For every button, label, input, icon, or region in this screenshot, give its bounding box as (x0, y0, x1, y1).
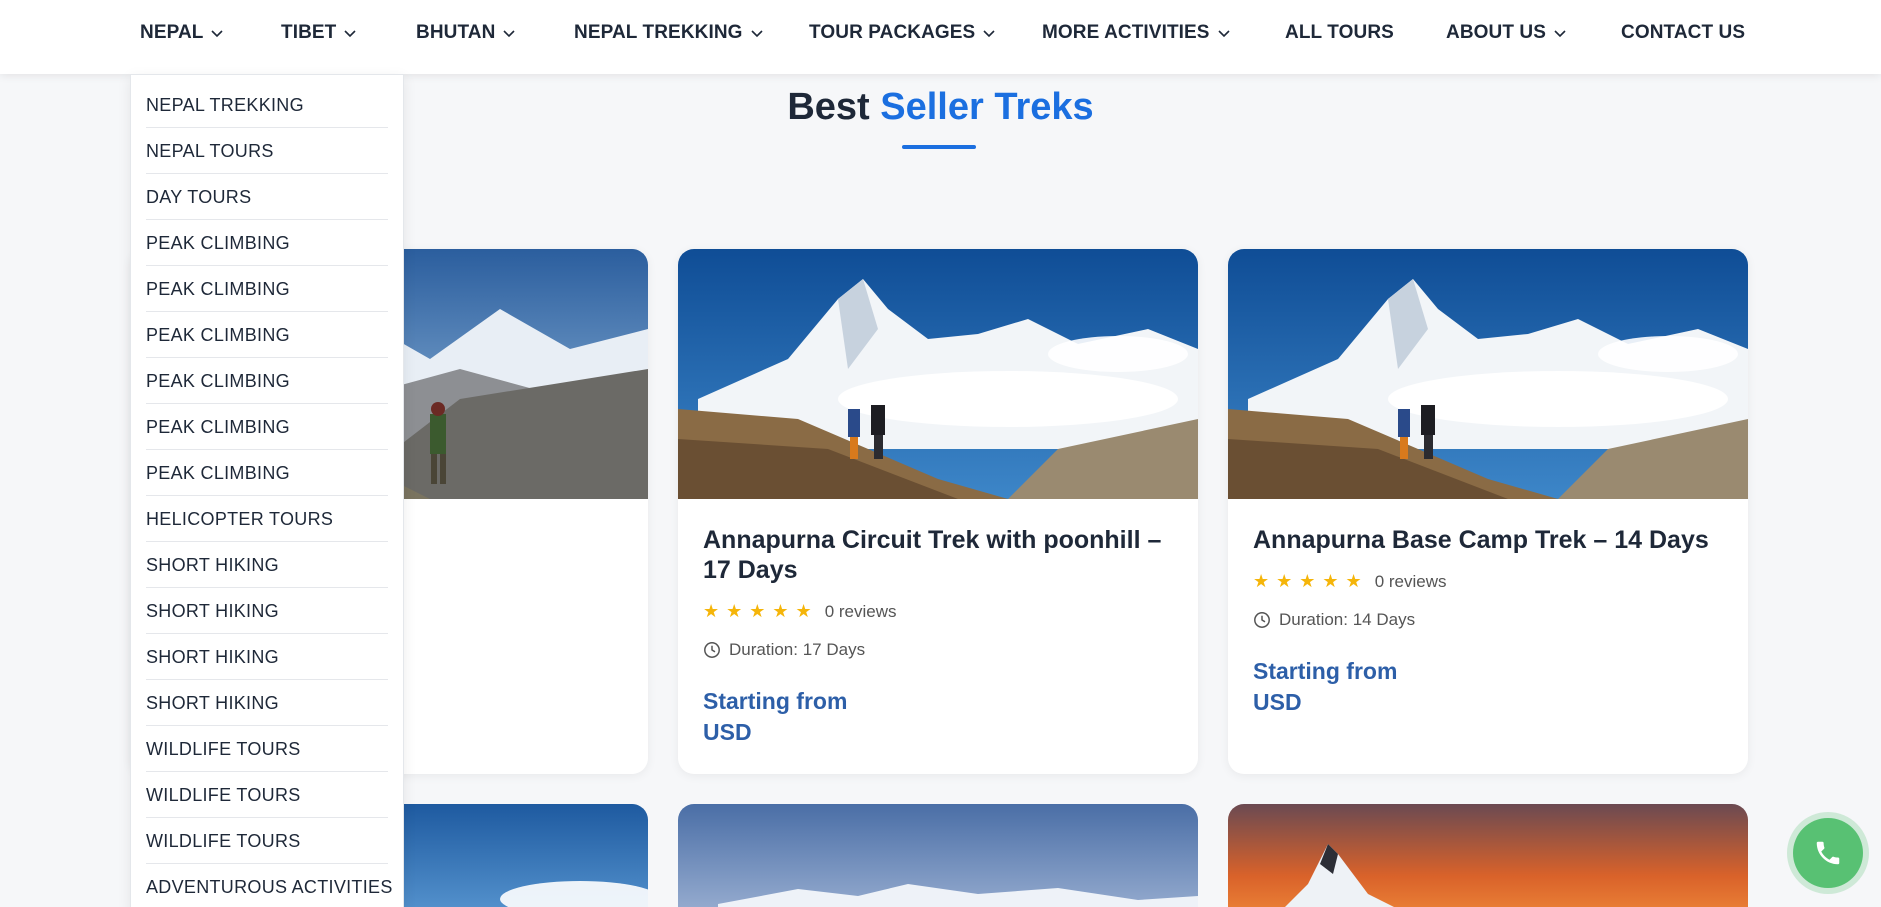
dropdown-item[interactable]: ADVENTUROUS ACTIVITIES (146, 864, 392, 907)
card-image[interactable] (1228, 804, 1748, 907)
card-image[interactable] (678, 804, 1198, 907)
dropdown-item[interactable]: PEAK CLIMBING (146, 404, 388, 450)
nav-label: TOUR PACKAGES (809, 22, 976, 43)
dropdown-item[interactable]: DAY TOURS (146, 174, 388, 220)
card-price: Starting from USD (703, 686, 847, 748)
nav-label: NEPAL (140, 22, 204, 43)
duration-text: Duration: 14 Days (1279, 610, 1416, 629)
star-rating-icon: ★★★★★ (1253, 571, 1369, 591)
dropdown-item[interactable]: PEAK CLIMBING (146, 220, 388, 266)
nav-label: ALL TOURS (1285, 22, 1394, 43)
nav-label: BHUTAN (416, 22, 496, 43)
nav-item-more-activities[interactable]: MORE ACTIVITIES (1042, 22, 1231, 44)
card-price: Starting from USD (1253, 656, 1397, 718)
chevron-down-icon (502, 26, 516, 40)
chevron-down-icon (210, 26, 224, 40)
card-image[interactable] (1228, 249, 1748, 499)
price-currency: USD (703, 719, 752, 745)
card-title[interactable]: Annapurna Base Camp Trek – 14 Days (1253, 525, 1733, 555)
dropdown-item[interactable]: PEAK CLIMBING (146, 266, 388, 312)
price-currency: USD (1253, 689, 1302, 715)
section-title-part1: Best (787, 86, 870, 128)
star-rating-icon: ★★★★★ (703, 601, 819, 621)
clock-icon (1253, 611, 1271, 629)
tour-card[interactable] (678, 804, 1198, 907)
chevron-down-icon (750, 26, 764, 40)
chevron-down-icon (343, 26, 357, 40)
dropdown-item[interactable]: SHORT HIKING (146, 588, 388, 634)
nav-item-tibet[interactable]: TIBET (281, 22, 357, 44)
dropdown-item[interactable]: PEAK CLIMBING (146, 358, 388, 404)
nav-item-about-us[interactable]: ABOUT US (1446, 22, 1567, 44)
dropdown-item[interactable]: NEPAL TREKKING (146, 82, 388, 128)
card-rating: ★★★★★ 0 reviews (1253, 571, 1447, 592)
nav-item-nepal-trekking[interactable]: NEPAL TREKKING (574, 22, 764, 44)
review-count: 0 reviews (1374, 571, 1447, 591)
top-navigation: NEPAL TIBET BHUTAN NEPAL TREKKING TOUR P… (0, 0, 1881, 74)
nav-label: NEPAL TREKKING (574, 22, 743, 43)
nav-item-bhutan[interactable]: BHUTAN (416, 22, 516, 44)
nav-label: TIBET (281, 22, 337, 43)
dropdown-item[interactable]: SHORT HIKING (146, 680, 388, 726)
dropdown-item[interactable]: HELICOPTER TOURS (146, 496, 388, 542)
phone-icon (1816, 841, 1840, 865)
dropdown-item[interactable]: NEPAL TOURS (146, 128, 388, 174)
nav-item-contact-us[interactable]: CONTACT US (1621, 22, 1745, 44)
nav-item-all-tours[interactable]: ALL TOURS (1285, 22, 1394, 44)
nav-label: ABOUT US (1446, 22, 1547, 43)
tour-card[interactable] (1228, 804, 1748, 907)
nav-item-tour-packages[interactable]: TOUR PACKAGES (809, 22, 996, 44)
nav-label: MORE ACTIVITIES (1042, 22, 1210, 43)
dropdown-item[interactable]: PEAK CLIMBING (146, 312, 388, 358)
title-underline (902, 145, 976, 149)
section-title-part2: Seller Treks (880, 86, 1094, 128)
review-count: 0 reviews (824, 601, 897, 621)
tour-card[interactable]: Annapurna Base Camp Trek – 14 Days ★★★★★… (1228, 249, 1748, 774)
dropdown-item[interactable]: SHORT HIKING (146, 634, 388, 680)
price-label: Starting from (703, 688, 848, 714)
dropdown-item[interactable]: PEAK CLIMBING (146, 450, 388, 496)
chevron-down-icon (1553, 26, 1567, 40)
nepal-dropdown-menu: NEPAL TREKKING NEPAL TOURS DAY TOURS PEA… (130, 74, 404, 907)
card-duration: Duration: 14 Days (1253, 610, 1415, 630)
dropdown-item[interactable]: WILDLIFE TOURS (146, 726, 388, 772)
chevron-down-icon (1217, 26, 1231, 40)
nav-item-nepal[interactable]: NEPAL (140, 22, 224, 44)
clock-icon (703, 641, 721, 659)
tour-card[interactable]: Annapurna Circuit Trek with poonhill – 1… (678, 249, 1198, 774)
call-button[interactable] (1793, 818, 1863, 888)
chevron-down-icon (982, 26, 996, 40)
dropdown-item[interactable]: SHORT HIKING (146, 542, 388, 588)
card-rating: ★★★★★ 0 reviews (703, 601, 897, 622)
duration-text: Duration: 17 Days (729, 640, 866, 659)
card-duration: Duration: 17 Days (703, 640, 865, 660)
dropdown-item[interactable]: WILDLIFE TOURS (146, 818, 388, 864)
card-image[interactable] (678, 249, 1198, 499)
price-label: Starting from (1253, 658, 1398, 684)
card-title[interactable]: Annapurna Circuit Trek with poonhill – 1… (703, 525, 1183, 585)
dropdown-item[interactable]: WILDLIFE TOURS (146, 772, 388, 818)
nav-label: CONTACT US (1621, 22, 1746, 43)
